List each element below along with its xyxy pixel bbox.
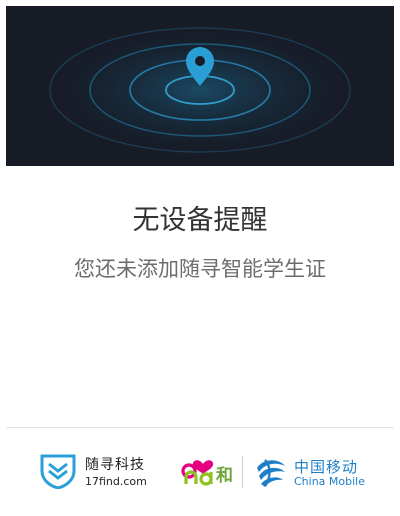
suixun-name: 随寻科技 xyxy=(85,457,145,473)
china-mobile-logo-icon xyxy=(257,459,285,487)
location-banner xyxy=(6,6,394,166)
suixun-shield-logo-icon xyxy=(40,454,76,489)
logo-separator xyxy=(242,456,243,488)
partner-footer: 随寻科技 17find.com 和 中国移动 China Mobile xyxy=(0,450,400,494)
and-he-text: 和 xyxy=(216,466,233,486)
radar-illustration xyxy=(30,18,370,162)
empty-state-subtitle: 您还未添加随寻智能学生证 xyxy=(74,257,326,281)
china-mobile-name-en: China Mobile xyxy=(294,475,366,488)
footer-divider xyxy=(6,427,394,428)
china-mobile-name-cn: 中国移动 xyxy=(294,458,359,476)
suixun-url: 17find.com xyxy=(85,475,147,488)
empty-state-title: 无设备提醒 xyxy=(132,205,268,236)
and-he-logo-icon xyxy=(181,460,214,486)
